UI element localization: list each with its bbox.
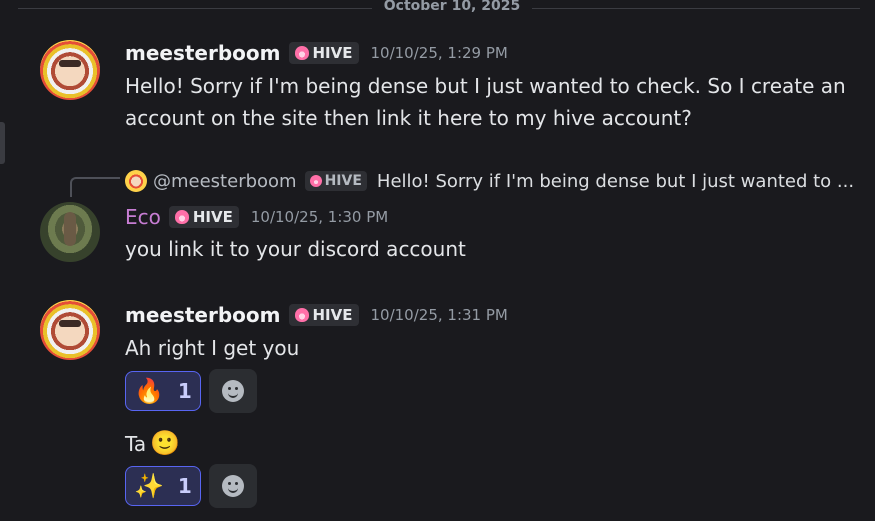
sparkles-emoji-icon: ✨ xyxy=(134,472,164,500)
hive-icon xyxy=(174,210,189,224)
reaction-count: 1 xyxy=(177,379,192,403)
timestamp: 10/10/25, 1:29 PM xyxy=(370,44,508,62)
message-header: meesterboom HIVE 10/10/25, 1:31 PM xyxy=(125,302,508,328)
message-text-continuation: Ta 🙂 xyxy=(125,428,180,459)
message-text: Ta xyxy=(125,432,147,456)
tag-label: HIVE xyxy=(312,44,353,62)
message-text: Ah right I get you xyxy=(125,336,300,360)
date-divider-line-right xyxy=(532,8,860,9)
reply-preview[interactable]: Hello! Sorry if I'm being dense but I ju… xyxy=(377,171,854,192)
reaction-sparkles[interactable]: ✨ 1 xyxy=(125,466,201,506)
message-header: meesterboom HIVE 10/10/25, 1:29 PM xyxy=(125,40,508,66)
hive-tag[interactable]: HIVE xyxy=(288,42,359,64)
avatar[interactable] xyxy=(40,40,100,100)
date-divider-line-left xyxy=(18,8,372,9)
hive-icon xyxy=(294,46,309,60)
message-header: Eco HIVE 10/10/25, 1:30 PM xyxy=(125,204,388,230)
reply-author[interactable]: @meesterboom xyxy=(153,171,297,192)
avatar[interactable] xyxy=(40,300,100,360)
message-text: you link it to your discord account xyxy=(125,237,466,261)
reply-connector xyxy=(70,177,120,197)
add-reaction-button[interactable] xyxy=(209,369,257,413)
date-divider: October 10, 2025 xyxy=(372,0,532,18)
timestamp: 10/10/25, 1:31 PM xyxy=(370,306,508,324)
smiley-icon xyxy=(222,380,244,402)
reaction-count: 1 xyxy=(177,474,192,498)
left-scroll-tab xyxy=(0,122,5,164)
add-reaction-button[interactable] xyxy=(209,464,257,508)
reply-avatar xyxy=(125,170,147,192)
username[interactable]: meesterboom xyxy=(125,41,281,65)
hive-tag: HIVE xyxy=(304,171,367,191)
tag-label: HIVE xyxy=(192,208,233,226)
reply-reference[interactable]: @meesterboom HIVE Hello! Sorry if I'm be… xyxy=(125,168,854,194)
username[interactable]: Eco xyxy=(125,205,161,229)
tag-label: HIVE xyxy=(312,306,353,324)
timestamp: 10/10/25, 1:30 PM xyxy=(250,208,389,226)
avatar[interactable] xyxy=(40,202,100,262)
username[interactable]: meesterboom xyxy=(125,303,281,327)
hive-icon xyxy=(309,175,322,187)
hive-icon xyxy=(294,308,309,322)
fire-emoji-icon: 🔥 xyxy=(134,377,164,405)
hive-tag[interactable]: HIVE xyxy=(168,206,239,228)
slight-smile-emoji-icon: 🙂 xyxy=(150,429,181,457)
smiley-icon xyxy=(222,475,244,497)
hive-tag[interactable]: HIVE xyxy=(288,304,359,326)
tag-label: HIVE xyxy=(324,173,362,189)
reaction-fire[interactable]: 🔥 1 xyxy=(125,371,201,411)
message-text: Hello! Sorry if I'm being dense but I ju… xyxy=(125,74,846,130)
